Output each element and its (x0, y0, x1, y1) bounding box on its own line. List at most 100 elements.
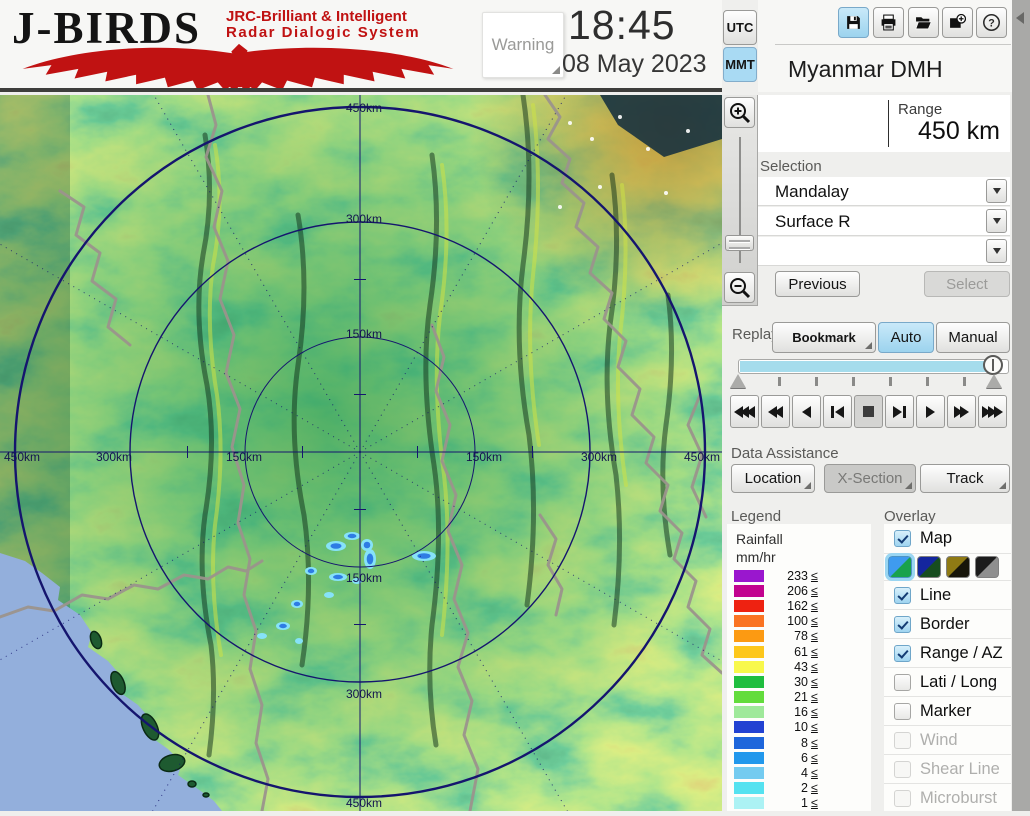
track-button[interactable]: Track (920, 464, 1010, 493)
step-back-button[interactable] (792, 395, 821, 428)
step-back-icon (802, 405, 811, 418)
overlay-checkbox[interactable] (894, 760, 911, 778)
stop-button[interactable] (854, 395, 883, 428)
select-button[interactable]: Select (924, 271, 1010, 297)
legend-value: 21 (794, 690, 808, 705)
selection-label: Selection (760, 158, 822, 175)
map-style-swatch[interactable] (975, 556, 999, 578)
overlay-item[interactable]: Wind (884, 726, 1011, 755)
legend-lte-symbol: ≤ (811, 690, 818, 705)
map-zoom-control (722, 95, 758, 306)
open-folder-button[interactable] (908, 7, 939, 38)
station-title: Myanmar DMH (788, 56, 943, 82)
site-dropdown[interactable]: Mandalay (758, 177, 1010, 206)
manual-mode-button[interactable]: Manual (936, 322, 1010, 353)
legend-value: 1 (801, 796, 808, 811)
zoom-slider-handle[interactable] (725, 235, 754, 251)
legend-row: 8 ≤ (727, 735, 871, 750)
product-dropdown-arrow[interactable] (986, 209, 1007, 233)
overlay-checkbox[interactable] (894, 731, 911, 749)
overlay-item[interactable]: Microburst (884, 784, 1011, 811)
slider-tick (852, 377, 855, 386)
overlay-item[interactable]: Line (884, 581, 1011, 610)
replay-slider-track[interactable] (738, 359, 1009, 374)
replay-slider-handle[interactable] (983, 355, 1003, 375)
play-button[interactable] (916, 395, 945, 428)
svg-text:300km: 300km (96, 450, 132, 464)
print-button[interactable] (873, 7, 904, 38)
site-dropdown-arrow[interactable] (986, 179, 1007, 203)
slider-end-marker[interactable] (986, 374, 1002, 388)
overlay-item[interactable]: Range / AZ (884, 639, 1011, 668)
product-dropdown-value: Surface R (775, 212, 851, 231)
zoom-out-icon (729, 277, 750, 298)
slider-tick (889, 377, 892, 386)
overlay-item[interactable]: Border (884, 610, 1011, 639)
map-style-swatch[interactable] (946, 556, 970, 578)
legend-value: 61 (794, 644, 808, 659)
panel-collapse-strip[interactable] (1012, 0, 1030, 811)
warning-button[interactable]: Warning (482, 12, 564, 78)
overlay-checkbox[interactable] (894, 615, 911, 633)
legend-lte-symbol: ≤ (811, 644, 818, 659)
fast-rewind-button[interactable] (730, 395, 759, 428)
auto-mode-button[interactable]: Auto (878, 322, 934, 353)
legend-lte-symbol: ≤ (811, 796, 818, 811)
legend-value: 6 (801, 750, 808, 765)
mmt-button[interactable]: MMT (723, 47, 757, 82)
skip-end-button[interactable] (885, 395, 914, 428)
legend-unit: mm/hr (736, 549, 776, 565)
legend-row: 21 ≤ (727, 690, 871, 705)
utc-button[interactable]: UTC (723, 10, 757, 45)
location-button[interactable]: Location (731, 464, 815, 493)
radar-map[interactable]: 450km 300km 150km 150km 300km 450km 450k… (0, 4, 808, 816)
open-folder-icon (915, 17, 932, 30)
map-style-swatch[interactable] (917, 556, 941, 578)
radar-map-canvas[interactable]: 450km 300km 150km 150km 300km 450km 450k… (0, 4, 808, 816)
help-button[interactable]: ? (976, 7, 1007, 38)
map-style-swatch[interactable] (885, 553, 915, 581)
legend-lte-symbol: ≤ (811, 614, 818, 629)
legend-lte-symbol: ≤ (811, 598, 818, 613)
legend-color-swatch (734, 751, 764, 764)
overlay-checkbox[interactable] (894, 789, 911, 807)
overlay-item-map[interactable]: Map (884, 524, 1011, 554)
legend-lte-symbol: ≤ (811, 781, 818, 796)
legend-row: 100 ≤ (727, 614, 871, 629)
overlay-item[interactable]: Shear Line (884, 755, 1011, 784)
checkbox-map[interactable] (894, 530, 911, 547)
save-icon (847, 16, 860, 29)
extra-dropdown-arrow[interactable] (986, 239, 1007, 263)
product-dropdown[interactable]: Surface R (758, 207, 1010, 236)
save-button[interactable] (838, 7, 869, 38)
overlay-item[interactable]: Lati / Long (884, 668, 1011, 697)
legend-row: 16 ≤ (727, 705, 871, 720)
fastest-forward-button[interactable] (978, 395, 1007, 428)
bookmark-button[interactable]: Bookmark (772, 322, 876, 353)
svg-text:450km: 450km (346, 796, 382, 810)
extra-dropdown[interactable] (758, 237, 1010, 266)
legend-value: 100 (787, 614, 808, 629)
rewind-button[interactable] (761, 395, 790, 428)
add-capture-button[interactable] (942, 7, 973, 38)
legend-lte-symbol: ≤ (811, 568, 818, 583)
slider-start-marker[interactable] (730, 374, 746, 388)
legend-color-swatch (734, 569, 764, 582)
legend-value: 43 (794, 659, 808, 674)
previous-button[interactable]: Previous (775, 271, 860, 297)
zoom-in-button[interactable] (724, 97, 755, 128)
overlay-item[interactable]: Marker (884, 697, 1011, 726)
overlay-checkbox[interactable] (894, 673, 911, 691)
fastest-forward-icon (982, 405, 1003, 418)
legend-lte-symbol: ≤ (811, 735, 818, 750)
overlay-checkbox[interactable] (894, 644, 911, 662)
zoom-out-button[interactable] (724, 272, 755, 303)
overlay-checkbox[interactable] (894, 586, 911, 604)
skip-start-button[interactable] (823, 395, 852, 428)
chevron-down-icon (992, 248, 1001, 254)
fast-forward-button[interactable] (947, 395, 976, 428)
legend-value: 233 (787, 568, 808, 583)
x-section-button[interactable]: X-Section (824, 464, 916, 493)
overlay-checkbox[interactable] (894, 702, 911, 720)
legend-lte-symbol: ≤ (811, 629, 818, 644)
